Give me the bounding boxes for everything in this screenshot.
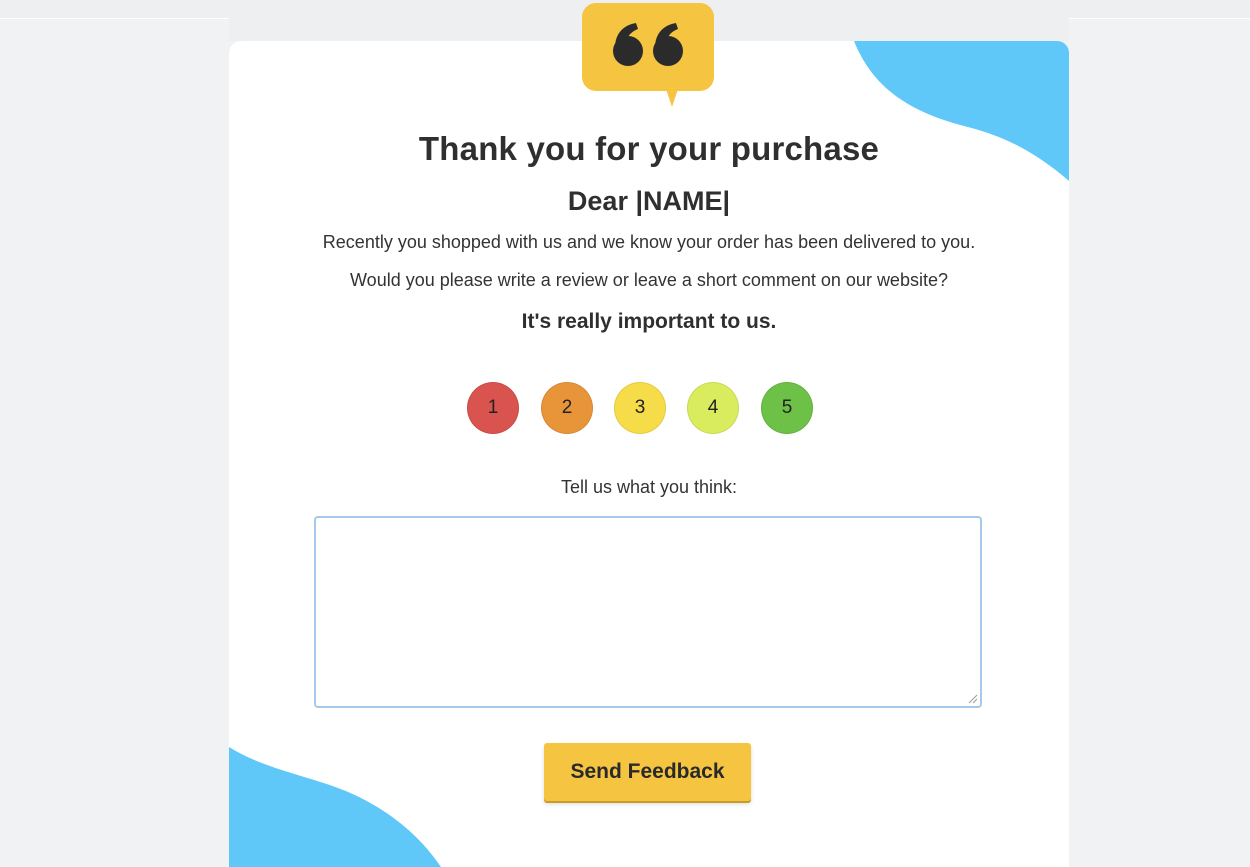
resize-grip-icon[interactable] — [966, 692, 978, 704]
comment-prompt: Tell us what you think: — [560, 477, 738, 497]
quote-bubble-icon — [582, 3, 714, 107]
rating-button-4[interactable]: 4 — [687, 382, 739, 434]
emphasis-text: It's really important to us. — [521, 310, 777, 333]
message-paragraph-1: Recently you shopped with us and we know… — [322, 232, 976, 252]
message-paragraph-2: Would you please write a review or leave… — [350, 270, 948, 290]
greeting: Dear |NAME| — [567, 186, 731, 216]
comment-textarea[interactable] — [314, 516, 982, 708]
rating-scale: 1 2 3 4 5 — [467, 382, 817, 436]
rating-button-3[interactable]: 3 — [614, 382, 666, 434]
email-title: Thank you for your purchase — [418, 130, 880, 167]
send-feedback-button[interactable]: Send Feedback — [544, 743, 751, 801]
rating-button-1[interactable]: 1 — [467, 382, 519, 434]
decorative-blob-bottom-left — [229, 747, 441, 867]
rating-button-2[interactable]: 2 — [541, 382, 593, 434]
rating-button-5[interactable]: 5 — [761, 382, 813, 434]
